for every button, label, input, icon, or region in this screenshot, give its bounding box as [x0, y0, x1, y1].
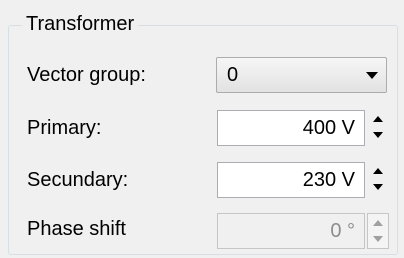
phase-shift-input: 0 ° [217, 213, 365, 249]
secundary-down-button[interactable] [367, 180, 389, 198]
phase-shift-down-button [367, 232, 389, 250]
arrow-up-icon [373, 168, 383, 174]
primary-up-button[interactable] [367, 110, 389, 128]
arrow-down-icon [373, 236, 383, 242]
secundary-up-button[interactable] [367, 162, 389, 180]
arrow-up-icon [373, 220, 383, 226]
phase-shift-spin-buttons [367, 213, 389, 249]
arrow-down-icon [373, 184, 383, 190]
vector-group-dropdown[interactable]: 0 [216, 57, 387, 93]
phase-shift-spinner: 0 ° [217, 213, 389, 249]
secundary-label: Secundary: [27, 169, 129, 191]
primary-label: Primary: [27, 117, 102, 139]
phase-shift-label: Phase shift [27, 218, 126, 240]
dropdown-button[interactable] [358, 58, 386, 92]
vector-group-label: Vector group: [27, 64, 146, 86]
vector-group-value: 0 [227, 64, 239, 86]
phase-shift-up-button [367, 214, 389, 232]
chevron-down-icon [366, 72, 378, 79]
arrow-down-icon [373, 132, 383, 138]
primary-value: 400 V [302, 117, 355, 139]
secundary-spinner[interactable]: 230 V [217, 162, 389, 198]
primary-spin-buttons [367, 110, 389, 146]
secundary-value: 230 V [302, 169, 355, 191]
primary-spinner[interactable]: 400 V [217, 110, 389, 146]
group-title: Transformer [22, 10, 139, 38]
primary-down-button[interactable] [367, 128, 389, 146]
arrow-up-icon [373, 116, 383, 122]
secundary-spin-buttons [367, 162, 389, 198]
phase-shift-value: 0 ° [330, 220, 355, 242]
primary-input[interactable]: 400 V [217, 110, 365, 146]
secundary-input[interactable]: 230 V [217, 162, 365, 198]
